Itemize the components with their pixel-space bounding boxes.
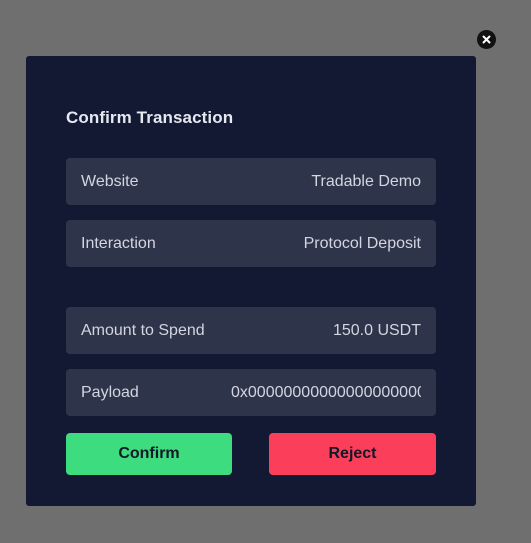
close-x-icon: [482, 35, 491, 44]
payload-label: Payload: [81, 383, 139, 401]
website-label: Website: [81, 172, 139, 190]
amount-row: Amount to Spend 150.0 USDT: [66, 307, 436, 354]
payload-value: 0x00000000000000000000000000000000000000…: [231, 383, 421, 401]
amount-label: Amount to Spend: [81, 321, 205, 339]
confirm-transaction-dialog: Confirm Transaction Website Tradable Dem…: [26, 56, 476, 506]
website-value: Tradable Demo: [311, 172, 421, 190]
dialog-title: Confirm Transaction: [66, 108, 234, 127]
confirm-button[interactable]: Confirm: [66, 433, 232, 475]
close-button[interactable]: [477, 30, 496, 49]
interaction-label: Interaction: [81, 234, 156, 252]
amount-value: 150.0 USDT: [332, 321, 421, 339]
payload-row: Payload 0x000000000000000000000000000000…: [66, 369, 436, 416]
reject-button[interactable]: Reject: [269, 433, 436, 475]
website-row: Website Tradable Demo: [66, 158, 436, 205]
interaction-row: Interaction Protocol Deposit: [66, 220, 436, 267]
interaction-value: Protocol Deposit: [303, 234, 421, 252]
